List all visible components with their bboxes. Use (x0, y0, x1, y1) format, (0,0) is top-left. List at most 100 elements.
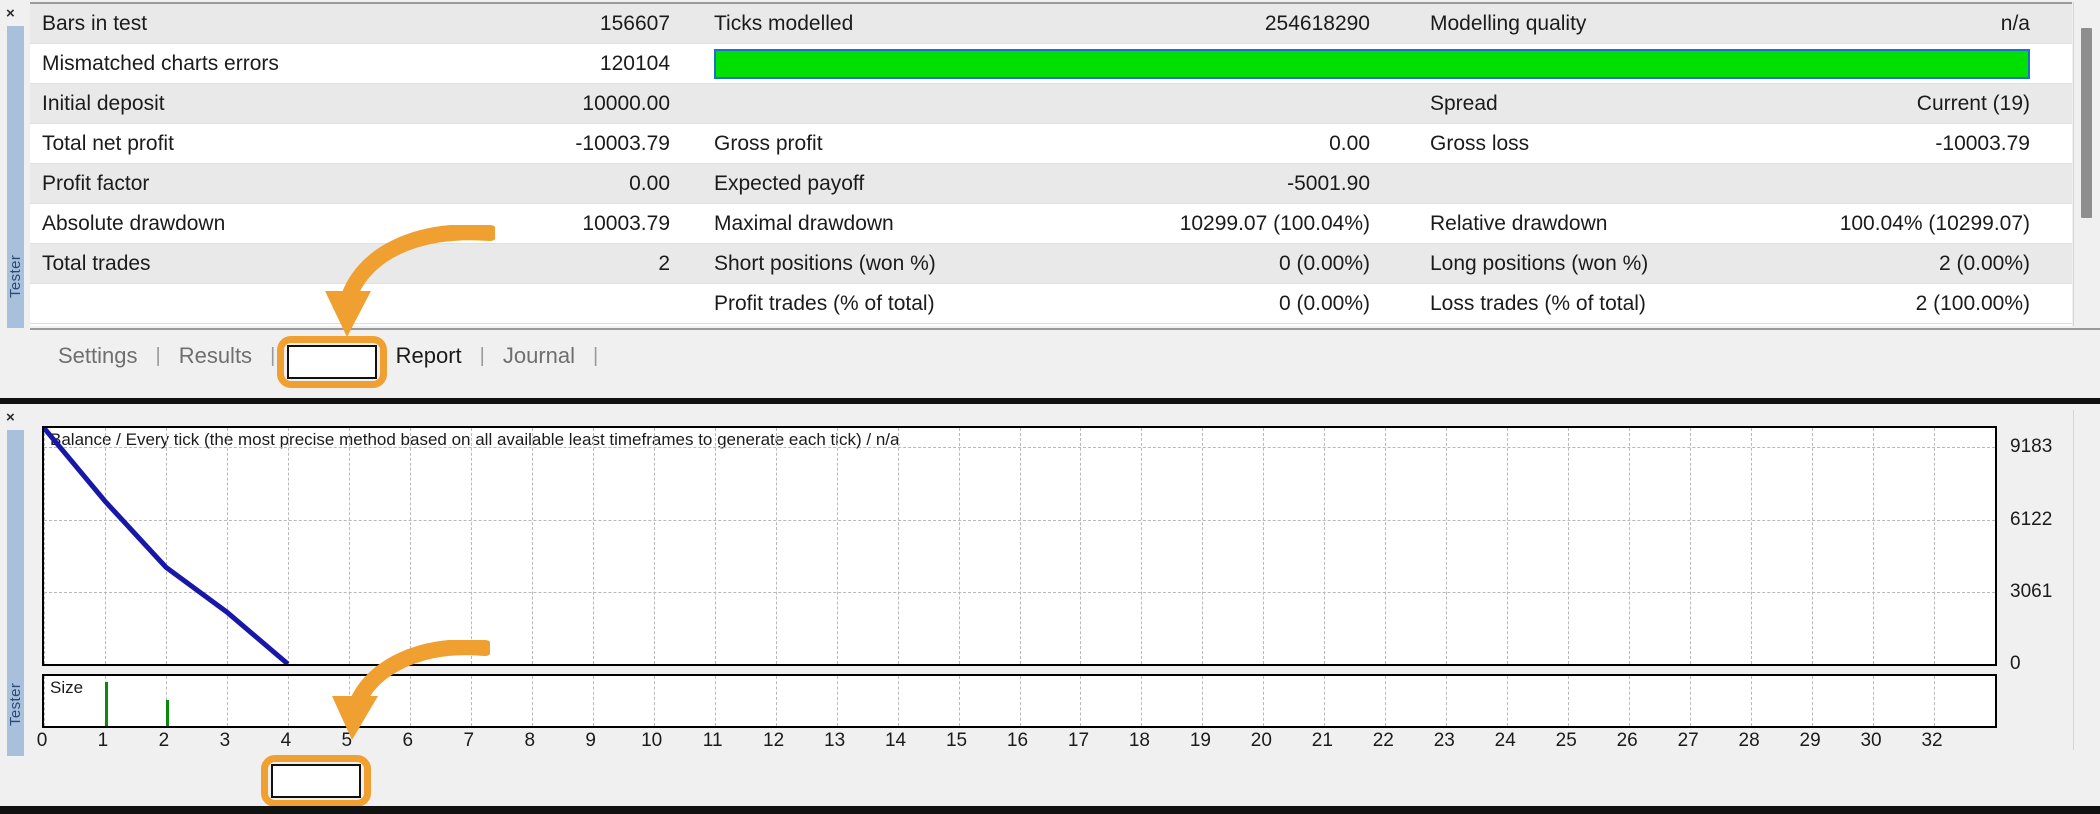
x-axis-tick-label: 26 (1616, 730, 1638, 751)
size-bar (165, 699, 169, 726)
x-axis-tick-label: 24 (1494, 730, 1516, 751)
balance-line (44, 428, 290, 664)
report-tabbar: Settings | Results | Graph | Report | Journal | (30, 328, 2100, 382)
gridline-vertical (836, 676, 838, 726)
gridline-vertical (1507, 676, 1509, 726)
report-label-col2: Short positions (won %) (714, 252, 936, 275)
report-label-col1: Profit factor (42, 172, 150, 195)
report-label-col2: Gross profit (714, 132, 823, 155)
report-value-col2: 0.00 (1329, 132, 1370, 155)
x-axis-tick-label: 19 (1189, 730, 1211, 751)
report-label-col2: Maximal drawdown (714, 212, 894, 235)
tab-separator: | (479, 344, 485, 367)
gridline-vertical (592, 676, 594, 726)
report-tab-graph[interactable]: Graph (277, 330, 370, 382)
x-axis-tick-label: 14 (884, 730, 907, 751)
x-axis-tick-label: 20 (1250, 730, 1272, 751)
x-axis-tick-label: 0 (36, 730, 48, 751)
gridline-vertical (1934, 676, 1936, 726)
gridline-vertical (1812, 676, 1814, 726)
report-value-col3 (1630, 164, 2030, 204)
gridline-vertical (1385, 676, 1387, 726)
gridline-vertical (531, 676, 533, 726)
x-axis-tick-label: 29 (1799, 730, 1821, 751)
table-row[interactable]: Bars in test 156607 Ticks modelled 25461829… (30, 4, 2072, 44)
report-value-col1: -10003.79 (575, 132, 670, 155)
report-scrollbar-thumb[interactable] (2081, 28, 2092, 218)
gridline-vertical (44, 676, 45, 726)
x-axis-tick-label: 11 (702, 730, 723, 751)
report-scrollbar[interactable] (2073, 2, 2100, 326)
x-axis-tick-label: 27 (1677, 730, 1699, 751)
report-tab-journal[interactable]: Journal (487, 330, 591, 382)
x-axis-tick-label: 13 (824, 730, 846, 751)
chart-x-axis: 0 1 2 3 4 5 6 7 8 9 10 11 12 13 14 15 16 17 18 19 20 21 22 23 24… (37, 730, 1997, 760)
tab-separator: | (593, 344, 599, 367)
report-label-col3: Long positions (won %) (1430, 252, 1649, 275)
modelling-quality-progress (714, 49, 2030, 79)
tab-separator: | (155, 344, 161, 367)
report-value-col1: 2 (658, 252, 670, 275)
x-axis-tick-label: 8 (524, 730, 536, 751)
report-label-col3: Spread (1430, 92, 1498, 115)
gridline-vertical (1873, 676, 1875, 726)
table-row[interactable]: Total trades 2 Short positions (won %) 0 (0… (30, 244, 2072, 284)
close-icon[interactable]: × (6, 6, 15, 21)
gridline-vertical (470, 676, 472, 726)
report-value-col2: 0 (0.00%) (1278, 292, 1370, 315)
x-axis-tick-label: 16 (1006, 730, 1029, 751)
gridline-vertical (958, 676, 960, 726)
report-value-col1: 10000.00 (582, 92, 670, 115)
table-row[interactable]: Total net profit -10003.79 Gross profit 0.0… (30, 124, 2072, 164)
gridline-vertical (897, 676, 899, 726)
y-axis-tick-label: 9183 (2010, 436, 2053, 458)
report-value-col2: 10299.07 (100.04%) (1179, 212, 1370, 235)
gridline-vertical (287, 676, 289, 726)
report-value-col3: 100.04% (10299.07) (1839, 212, 2030, 235)
table-row[interactable]: Mismatched charts errors 120104 (30, 44, 2072, 84)
graph-scrollbar[interactable] (2073, 410, 2100, 750)
balance-curve (44, 428, 290, 664)
x-axis-tick-label: 18 (1128, 730, 1151, 751)
tab-separator: | (270, 344, 276, 367)
tester-vertical-tab-label: Tester (7, 254, 24, 298)
report-tab-report[interactable]: Report (380, 330, 478, 382)
gridline-vertical (1995, 676, 1996, 726)
report-value-col2: -5001.90 (1287, 172, 1370, 195)
report-value-col3: Current (19) (1916, 92, 2030, 115)
report-label-col1: Initial deposit (42, 92, 165, 115)
x-axis-tick-label: 22 (1372, 730, 1394, 751)
x-axis-tick-label: 7 (463, 730, 475, 751)
size-subchart-label: Size (50, 678, 84, 697)
y-axis-tick-label: 0 (2010, 653, 2021, 674)
report-value-col1: 0.00 (629, 172, 670, 195)
report-label-col3: Gross loss (1430, 132, 1530, 155)
tester-vertical-tab-label: Tester (7, 682, 24, 726)
gridline-vertical (1568, 676, 1570, 726)
report-value-col2: 254618290 (1264, 12, 1370, 35)
table-row[interactable]: Absolute drawdown 10003.79 Maximal drawdow… (30, 204, 2072, 244)
report-value-col2 (1060, 84, 1370, 124)
report-tab-settings[interactable]: Settings (42, 330, 154, 382)
report-value-col1 (370, 284, 670, 324)
report-panel: × Tester Bars in test 156607 Ticks modelle… (0, 0, 2100, 398)
gridline-vertical (1690, 676, 1692, 726)
report-table: Bars in test 156607 Ticks modelled 25461829… (30, 2, 2072, 326)
gridline-vertical (1629, 676, 1631, 726)
close-icon[interactable]: × (6, 410, 15, 425)
report-tab-list: Settings | Results | Graph | Report | Journal | (42, 330, 600, 382)
size-bar (104, 682, 108, 726)
graph-vertical-tab-strip: × Tester (0, 404, 30, 814)
report-value-col3: 2 (0.00%) (1938, 252, 2030, 275)
x-axis-tick-label: 28 (1738, 730, 1760, 751)
report-tab-results[interactable]: Results (163, 330, 268, 382)
gridline-vertical (653, 676, 655, 726)
report-label-col1: Absolute drawdown (42, 212, 226, 235)
table-row[interactable]: Profit trades (% of total) 0 (0.00%) Loss … (30, 284, 2072, 324)
table-row[interactable]: Profit factor 0.00 Expected payoff -5001.90 (30, 164, 2072, 204)
gridline-vertical (1324, 676, 1326, 726)
report-value-col2: 0 (0.00%) (1278, 252, 1370, 275)
table-row[interactable]: Initial deposit 10000.00 Spread Current (19… (30, 84, 2072, 124)
x-axis-tick-label: 12 (763, 730, 785, 751)
report-value-col3: -10003.79 (1935, 132, 2030, 155)
